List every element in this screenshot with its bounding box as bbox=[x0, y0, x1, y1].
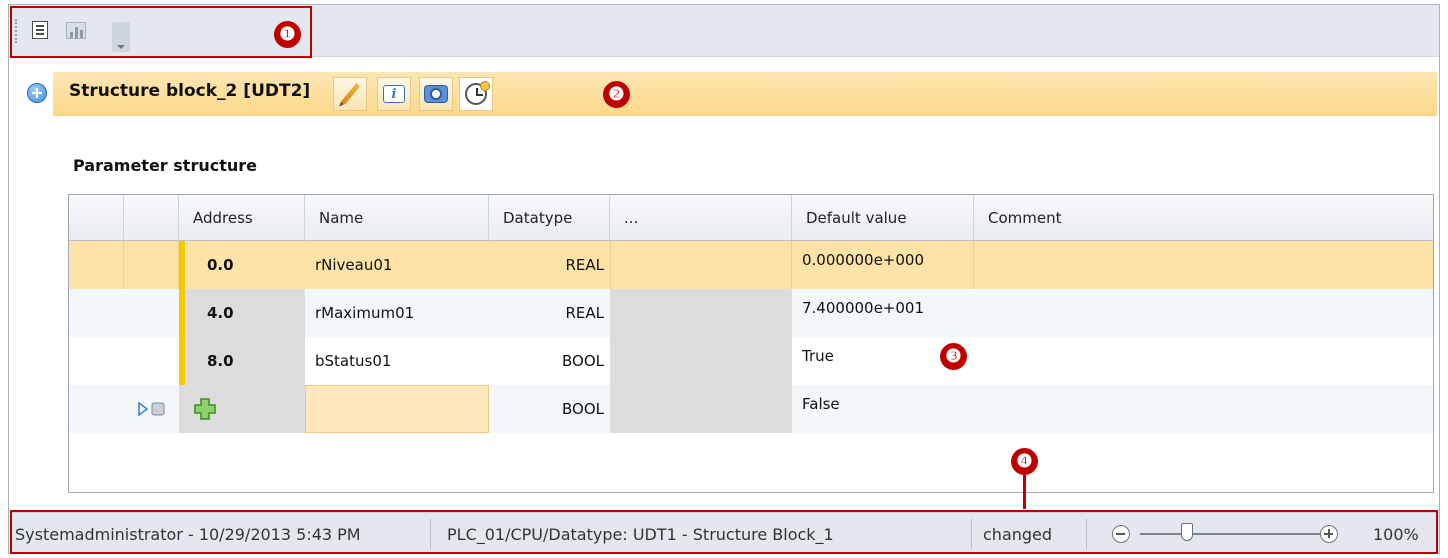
info-button[interactable]: i bbox=[377, 77, 411, 111]
cell-address: 4.0 bbox=[185, 289, 305, 337]
properties-icon bbox=[424, 85, 448, 103]
cell-datatype[interactable]: REAL bbox=[489, 241, 610, 289]
col-header-rowselect[interactable] bbox=[69, 195, 124, 241]
col-header-expand[interactable] bbox=[124, 195, 179, 241]
cell-comment[interactable] bbox=[974, 385, 1433, 433]
col-header-default-value[interactable]: Default value bbox=[792, 195, 974, 241]
edit-button[interactable] bbox=[333, 77, 367, 111]
cell-datatype[interactable]: BOOL bbox=[489, 337, 610, 385]
cell-more bbox=[610, 385, 792, 433]
editor-window: ❶ Structure block_2 [UDT2] i ❷ Parameter… bbox=[8, 4, 1440, 554]
cell-datatype[interactable]: REAL bbox=[489, 289, 610, 337]
callout-badge-3: ❸ bbox=[940, 343, 967, 370]
col-header-address[interactable]: Address bbox=[179, 195, 305, 241]
table-row[interactable]: 8.0 bStatus01 BOOL True bbox=[69, 337, 1433, 385]
history-clock-icon bbox=[465, 81, 490, 105]
cell-more bbox=[610, 337, 792, 385]
info-icon: i bbox=[383, 85, 405, 103]
cell-address: 8.0 bbox=[185, 337, 305, 385]
cell-name[interactable]: rMaximum01 bbox=[305, 289, 489, 337]
section-title: Parameter structure bbox=[73, 156, 257, 175]
cell-datatype[interactable]: BOOL bbox=[489, 385, 610, 433]
callout-badge-2: ❷ bbox=[603, 81, 630, 108]
expand-triangle-icon bbox=[137, 401, 164, 417]
properties-button[interactable] bbox=[419, 77, 453, 111]
col-header-more[interactable]: ... bbox=[610, 195, 792, 241]
row-expand-handle[interactable] bbox=[124, 385, 179, 433]
block-title: Structure block_2 [UDT2] bbox=[69, 81, 311, 101]
cell-address[interactable]: 0.0 bbox=[185, 241, 305, 289]
expand-icon[interactable] bbox=[27, 83, 47, 103]
cell-default-value[interactable]: 7.400000e+001 bbox=[792, 289, 974, 337]
cell-more[interactable] bbox=[610, 241, 792, 289]
history-button[interactable] bbox=[459, 77, 493, 111]
col-header-comment[interactable]: Comment bbox=[974, 195, 1433, 241]
cell-default-value[interactable]: 0.000000e+000 bbox=[792, 241, 974, 289]
callout-badge-1: ❶ bbox=[274, 21, 301, 48]
cell-more bbox=[610, 289, 792, 337]
cell-default-value[interactable]: False bbox=[792, 385, 974, 433]
table-row[interactable]: 4.0 rMaximum01 REAL 7.400000e+001 bbox=[69, 289, 1433, 337]
cell-comment[interactable] bbox=[974, 289, 1433, 337]
table-row[interactable]: 0.0 rNiveau01 REAL 0.000000e+000 bbox=[69, 241, 1433, 289]
add-row-button[interactable] bbox=[179, 385, 305, 433]
add-plus-icon bbox=[194, 398, 216, 420]
cell-comment[interactable] bbox=[974, 241, 1433, 289]
col-header-datatype[interactable]: Datatype bbox=[489, 195, 610, 241]
callout-4-line bbox=[1023, 475, 1026, 509]
cell-name[interactable]: bStatus01 bbox=[305, 337, 489, 385]
callout-box-1 bbox=[10, 6, 312, 58]
table-row-new[interactable]: BOOL False bbox=[69, 385, 1433, 433]
callout-badge-4: ❹ bbox=[1011, 448, 1038, 475]
parameter-grid: Address Name Datatype ... Default value … bbox=[68, 194, 1434, 493]
edit-pencil-icon bbox=[340, 83, 360, 105]
new-name-input[interactable] bbox=[305, 385, 489, 433]
cell-name[interactable]: rNiveau01 bbox=[305, 241, 489, 289]
cell-comment[interactable] bbox=[974, 337, 1433, 385]
col-header-name[interactable]: Name bbox=[305, 195, 489, 241]
callout-box-4 bbox=[10, 510, 1438, 554]
